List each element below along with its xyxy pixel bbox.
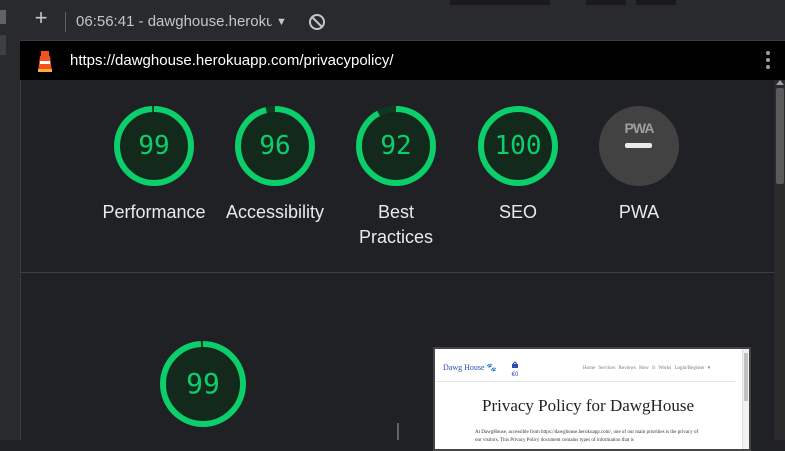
toolbar-separator — [65, 12, 66, 32]
gauge-ring: 96 — [233, 104, 317, 188]
gauge-pwa[interactable]: PWA PWA — [579, 104, 699, 225]
gauge-score: 100 — [494, 131, 542, 161]
report-url-bar: https://dawghouse.herokuapp.com/privacyp… — [20, 41, 785, 80]
scroll-up-arrow-icon[interactable] — [776, 80, 784, 85]
report-selector-text: 06:56:41 - dawghouse.herokuapp.com — [76, 13, 272, 30]
gauge-ring: 92 — [354, 104, 438, 188]
edge-marker — [0, 10, 6, 24]
thumbnail-scrollbar — [742, 349, 749, 449]
report-selector[interactable]: 06:56:41 - dawghouse.herokuapp.com ▼ — [76, 13, 296, 33]
more-vert-icon[interactable] — [765, 51, 771, 71]
gauge-score: 99 — [138, 131, 170, 161]
toolbar-top-edge — [450, 0, 550, 5]
pwa-dash-icon — [625, 143, 652, 148]
new-report-button[interactable]: + — [30, 7, 52, 29]
gauge-best-practices[interactable]: 92 Best Practices — [336, 104, 456, 250]
thumbnail-nav-links: Home Services Reviews How It Works Login… — [583, 366, 711, 371]
report-scrollbar[interactable] — [774, 80, 785, 440]
thumbnail-navbar: Dawg House 🐾 €0 Home Services Reviews Ho… — [435, 349, 735, 382]
gauge-seo[interactable]: 100 SEO — [458, 104, 578, 225]
gauge-performance[interactable]: 99 Performance — [94, 104, 214, 225]
basket-icon — [512, 361, 518, 368]
chevron-down-icon: ▼ — [276, 16, 287, 28]
gauge-score: 92 — [380, 131, 412, 161]
gauge-label: Accessibility — [225, 202, 325, 222]
performance-gauge[interactable]: 99 — [158, 339, 248, 429]
pwa-badge: PWA — [597, 104, 681, 188]
gauge-label: Best Practices — [358, 202, 434, 247]
basket-count: €0 — [511, 372, 519, 378]
lighthouse-logo-icon — [38, 51, 52, 72]
toolbar-top-edge — [636, 0, 676, 5]
report-url[interactable]: https://dawghouse.herokuapp.com/privacyp… — [70, 52, 394, 69]
thumbnail-page-title: Privacy Policy for DawgHouse — [482, 396, 694, 415]
gauge-ring: 99 — [112, 104, 196, 188]
gauge-label: SEO — [498, 202, 537, 222]
section-divider — [397, 423, 399, 440]
final-screenshot-thumbnail[interactable]: Dawg House 🐾 €0 Home Services Reviews Ho… — [433, 347, 751, 451]
gauge-score: 96 — [259, 131, 291, 161]
thumbnail-basket: €0 — [511, 361, 519, 379]
pwa-logo-text: PWA — [624, 120, 655, 136]
lighthouse-toolbar: + 06:56:41 - dawghouse.herokuapp.com ▼ — [20, 0, 785, 41]
clear-block-icon[interactable] — [308, 13, 326, 31]
thumbnail-brand: Dawg House 🐾 — [443, 363, 497, 372]
score-gauges: 99 Performance 96 Accessibility 92 Best … — [20, 80, 774, 273]
toolbar-top-edge — [586, 0, 626, 5]
performance-gauge-score: 99 — [186, 367, 220, 400]
scrollbar-thumb[interactable] — [776, 88, 784, 184]
gauge-accessibility[interactable]: 96 Accessibility — [215, 104, 335, 225]
gauge-label: Performance — [102, 202, 206, 222]
thumbnail-body-text: At DawgHouse, accessible from https://da… — [475, 430, 699, 443]
gauge-ring: 100 — [476, 104, 560, 188]
gauge-label: PWA — [618, 202, 660, 222]
performance-section: 99 Dawg House 🐾 €0 Home Services Reviews… — [20, 273, 774, 451]
devtools-left-edge — [0, 0, 21, 440]
edge-marker — [0, 35, 6, 55]
